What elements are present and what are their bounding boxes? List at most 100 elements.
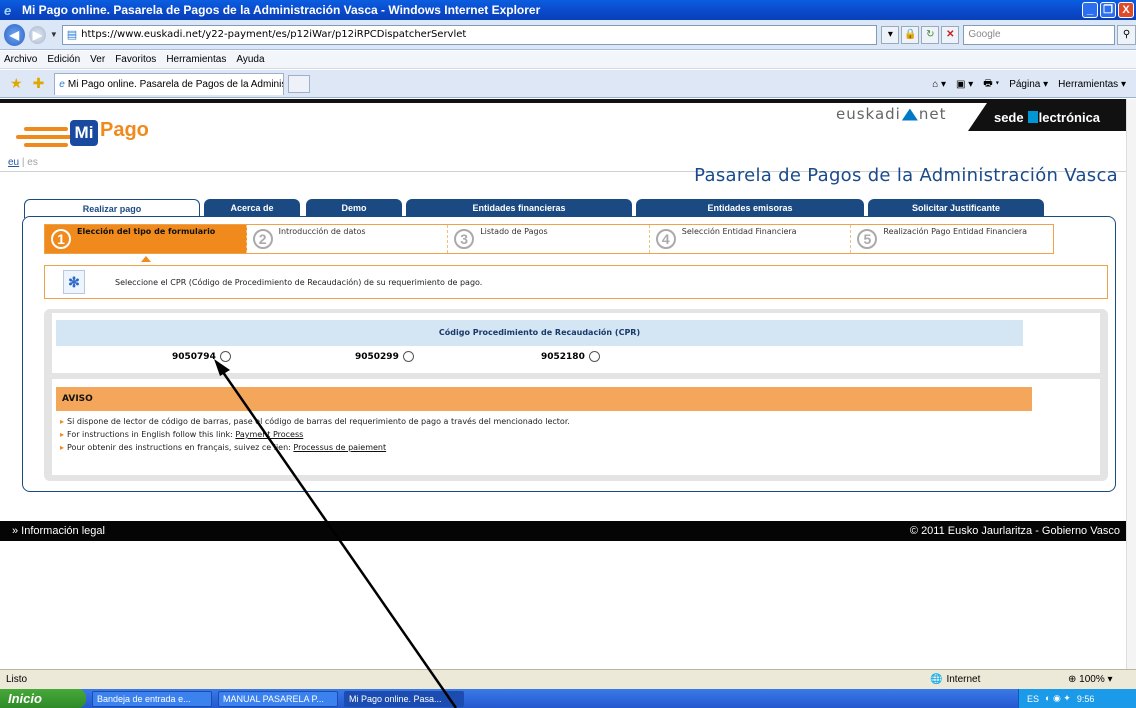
status-bar: Listo 🌐 Internet ⊕ 100% ▾ [0, 669, 1136, 689]
task-manual[interactable]: MANUAL PASARELA P... [218, 690, 338, 707]
windows-taskbar: Inicio Bandeja de entrada e... MANUAL PA… [0, 689, 1136, 708]
cpr-radio-2[interactable] [402, 351, 414, 362]
tab-entidades-financieras[interactable]: Entidades financieras [406, 199, 632, 217]
menu-favoritos[interactable]: Favoritos [115, 54, 156, 65]
language-indicator[interactable]: ES [1027, 694, 1039, 704]
step-label-2: Introducción de datos [278, 227, 366, 236]
logo-mi[interactable]: Mi [70, 120, 98, 146]
close-button[interactable]: X [1118, 2, 1134, 18]
cpr-radio-1[interactable] [219, 351, 231, 362]
step-1: 1 Elección del tipo de formulario [45, 225, 247, 253]
start-button[interactable]: Inicio [0, 689, 86, 708]
status-text: Listo [6, 674, 28, 685]
window-titlebar: e Mi Pago online. Pasarela de Pagos de l… [0, 0, 1136, 20]
aviso-text-1: Si dispone de lector de código de barras… [67, 417, 570, 426]
step-3: 3 Listado de Pagos [448, 225, 650, 253]
step-label-4: Selección Entidad Financiera [681, 227, 797, 236]
copyright-text: © 2011 Eusko Jaurlaritza - Gobierno Vasc… [909, 525, 1120, 537]
window-title: Mi Pago online. Pasarela de Pagos de la … [22, 3, 541, 17]
zone-label: Internet [946, 674, 981, 685]
tray-icons[interactable]: ◐ ◉ ✦ [1045, 693, 1071, 704]
add-favorite-icon[interactable]: ✚ [33, 75, 45, 92]
step-label-1: Elección del tipo de formulario [77, 227, 216, 236]
lock-icon[interactable]: 🔒 [901, 25, 920, 44]
step-number-3: 3 [454, 229, 475, 249]
page-title: Pasarela de Pagos de la Administración V… [694, 165, 1118, 186]
step-label-5: Realización Pago Entidad Financiera [883, 227, 1028, 236]
back-button[interactable]: ◀ [4, 23, 25, 46]
restore-button[interactable]: ❐ [1100, 2, 1116, 18]
aviso-text-2: For instructions in English follow this … [67, 430, 233, 439]
step-4: 4 Selección Entidad Financiera [650, 225, 852, 253]
minimize-button[interactable]: _ [1082, 2, 1098, 18]
sede-logo-left: sede [993, 109, 1024, 125]
address-dropdown-icon[interactable]: ▾ [881, 25, 900, 44]
legal-info-link[interactable]: » Información legal [12, 525, 105, 537]
cpr-option-label: 9050794 [172, 351, 216, 362]
forward-button[interactable]: ▶ [28, 25, 46, 44]
address-field[interactable]: ▤ https://www.euskadi.net/y22-payment/es… [61, 24, 878, 45]
tools-menu[interactable]: Herramientas ▾ [1058, 79, 1126, 90]
vertical-scrollbar[interactable] [1126, 99, 1136, 669]
aviso-title: AVISO [56, 387, 1032, 411]
tab-solicitar-justificante[interactable]: Solicitar Justificante [868, 199, 1044, 217]
feeds-icon[interactable]: ▣ ▾ [956, 79, 973, 90]
processus-paiement-link[interactable]: Processus de paiement [293, 443, 386, 452]
ie-page-icon: e [59, 78, 65, 90]
sede-electronica-logo[interactable]: sede lectrónica [968, 103, 1126, 131]
logo-pago[interactable]: Pago [100, 119, 149, 142]
tab-demo[interactable]: Demo [306, 199, 402, 217]
menu-archivo[interactable]: Archivo [4, 54, 37, 65]
cpr-header: Código Procedimiento de Recaudación (CPR… [56, 320, 1023, 346]
cpr-option-label: 9052180 [541, 351, 585, 362]
aviso-line-3: ▸ Pour obtenir des instructions en frança… [60, 443, 386, 452]
cpr-option-2[interactable]: 9050299 [355, 351, 414, 362]
bullet-icon: ▸ [60, 430, 65, 439]
home-icon[interactable]: ⌂ ▾ [932, 79, 946, 90]
cpr-radio-3[interactable] [588, 351, 600, 362]
logo-lines-icon [16, 127, 72, 147]
menu-edicion[interactable]: Edición [47, 54, 80, 65]
cpr-option-label: 9050299 [355, 351, 399, 362]
menu-ver[interactable]: Ver [90, 54, 105, 65]
tab-acerca-de[interactable]: Acerca de [204, 199, 300, 217]
step-number-5: 5 [857, 229, 878, 249]
step-2: 2 Introducción de datos [247, 225, 449, 253]
euskadi-net-logo[interactable]: euskadi net [836, 105, 946, 123]
favorites-star-icon[interactable]: ★ [10, 75, 23, 92]
sede-logo-right: lectrónica [1038, 109, 1101, 125]
task-outlook[interactable]: Bandeja de entrada e... [92, 690, 212, 707]
browser-tab-active[interactable]: e Mi Pago online. Pasarela de Pagos de l… [54, 72, 285, 95]
menu-herramientas[interactable]: Herramientas [166, 54, 226, 65]
aviso-line-2: ▸ For instructions in English follow this… [60, 430, 303, 439]
new-tab-button[interactable] [288, 74, 311, 93]
menu-ayuda[interactable]: Ayuda [236, 54, 264, 65]
lang-eu-link[interactable]: eu [8, 157, 19, 168]
tab-entidades-emisoras[interactable]: Entidades emisoras [636, 199, 864, 217]
site-footer: » Información legal © 2011 Eusko Jaurlar… [0, 521, 1126, 541]
print-icon[interactable]: 🖶 ▾ [983, 76, 999, 93]
page-menu[interactable]: Página ▾ [1009, 79, 1048, 90]
stop-button[interactable]: ✕ [941, 25, 960, 44]
cpr-option-1[interactable]: 9050794 [172, 351, 231, 362]
zoom-control[interactable]: ⊕ 100% ▾ [1068, 674, 1113, 685]
search-input[interactable]: Google [963, 24, 1115, 45]
search-icon[interactable]: ⚲ [1116, 24, 1136, 45]
top-divider [0, 99, 1126, 103]
page-icon: ▤ [66, 28, 78, 41]
page-viewport: Mi Pago euskadi net sede lectrónica eu | e… [0, 99, 1126, 669]
aviso-line-1: ▸ Si dispone de lector de código de barra… [60, 417, 570, 426]
refresh-button[interactable]: ↻ [921, 25, 940, 44]
step-pointer-icon [141, 256, 151, 262]
step-5: 5 Realización Pago Entidad Financiera [851, 225, 1053, 253]
history-dropdown-icon[interactable]: ▼ [50, 30, 58, 39]
security-zone[interactable]: 🌐 Internet [930, 674, 980, 685]
page-menu-label: Página [1009, 78, 1041, 90]
lang-es-link[interactable]: es [27, 157, 38, 168]
task-ie[interactable]: Mi Pago online. Pasa... [344, 690, 464, 707]
step-number-1: 1 [51, 229, 71, 249]
step-number-2: 2 [252, 229, 273, 249]
payment-process-link[interactable]: Payment Process [235, 430, 303, 439]
cpr-option-3[interactable]: 9052180 [541, 351, 600, 362]
ie-icon: e [4, 3, 12, 18]
